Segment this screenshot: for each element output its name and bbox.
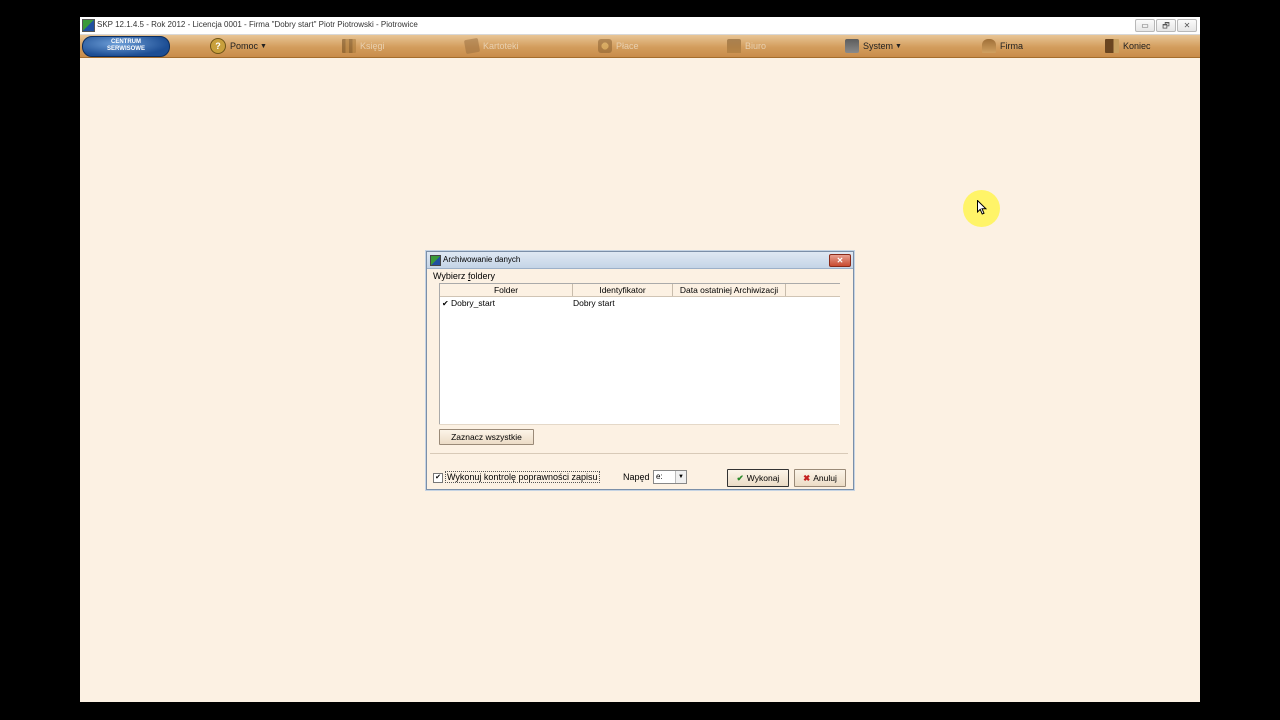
help-icon: ? — [210, 38, 226, 54]
office-icon — [727, 39, 741, 53]
separator — [430, 453, 848, 454]
books-icon — [342, 39, 356, 53]
column-header-folder[interactable]: Folder — [440, 284, 573, 296]
list-item[interactable]: ✔ Dobry_start Dobry start — [440, 297, 840, 309]
main-menu-bar: CENTRUM SERWISOWE ? Pomoc ▼ Księgi Karto… — [80, 35, 1200, 58]
drive-select[interactable]: e: ▼ — [653, 470, 687, 484]
menu-firma[interactable]: Firma — [982, 38, 1023, 54]
folder-cell: ✔ Dobry_start — [442, 297, 495, 310]
menu-ksiegi-label: Księgi — [360, 41, 385, 51]
menu-ksiegi[interactable]: Księgi — [342, 38, 385, 54]
payroll-icon — [598, 39, 612, 53]
drive-value: e: — [656, 472, 663, 481]
cards-icon — [463, 37, 481, 55]
cancel-label: Anuluj — [813, 473, 837, 483]
menu-koniec[interactable]: Koniec — [1105, 38, 1151, 54]
chevron-down-icon: ▼ — [260, 42, 267, 50]
folders-label-pre: Wybierz — [433, 271, 468, 281]
centrum-serwisowe-logo[interactable]: CENTRUM SERWISOWE — [82, 36, 170, 57]
close-button[interactable]: ✕ — [1177, 19, 1197, 32]
title-bar: SKP 12.1.4.5 - Rok 2012 - Licencja 0001 … — [80, 17, 1200, 35]
folder-name: Dobry_start — [451, 298, 495, 308]
menu-biuro[interactable]: Biuro — [727, 38, 766, 54]
window-title: SKP 12.1.4.5 - Rok 2012 - Licencja 0001 … — [97, 20, 418, 29]
menu-koniec-label: Koniec — [1123, 41, 1151, 51]
exit-icon — [1105, 39, 1119, 53]
execute-label: Wykonaj — [746, 473, 780, 483]
chevron-down-icon[interactable]: ▼ — [675, 471, 686, 483]
dialog-title-bar[interactable]: Archiwowanie danych ✕ — [427, 252, 853, 269]
execute-button[interactable]: ✔ Wykonaj — [727, 469, 789, 487]
select-all-button[interactable]: Zaznacz wszystkie — [439, 429, 534, 445]
dialog-close-button[interactable]: ✕ — [829, 254, 851, 267]
menu-kartoteki-label: Kartoteki — [483, 41, 519, 51]
menu-system-label: System — [863, 41, 894, 51]
folders-label: Wybierz foldery — [433, 271, 495, 281]
system-icon — [845, 39, 859, 53]
menu-biuro-label: Biuro — [745, 41, 767, 51]
menu-pomoc[interactable]: ? Pomoc ▼ — [210, 38, 267, 54]
menu-firma-label: Firma — [1000, 41, 1023, 51]
drive-label: Napęd — [623, 472, 650, 482]
chevron-down-icon: ▼ — [895, 42, 902, 50]
row-checkbox[interactable]: ✔ — [442, 298, 450, 310]
verify-checkbox[interactable]: ✔ — [433, 473, 443, 483]
verify-label[interactable]: Wykonuj kontrolę poprawności zapisu — [445, 471, 600, 483]
app-icon — [82, 19, 95, 32]
menu-place[interactable]: Płace — [598, 38, 639, 54]
close-icon: ✖ — [803, 473, 811, 483]
identifier-cell: Dobry start — [573, 298, 615, 308]
firm-icon — [982, 39, 996, 53]
folders-list[interactable]: Folder Identyfikator Data ostatniej Arch… — [439, 283, 840, 425]
cancel-button[interactable]: ✖ Anuluj — [794, 469, 846, 487]
column-header-last-archive[interactable]: Data ostatniej Archiwizacji — [673, 284, 786, 296]
archive-dialog: Archiwowanie danych ✕ Wybierz foldery Fo… — [426, 251, 854, 490]
menu-place-label: Płace — [616, 41, 639, 51]
menu-kartoteki[interactable]: Kartoteki — [463, 37, 519, 55]
logo-line-1: CENTRUM — [111, 39, 141, 45]
app-icon — [430, 255, 441, 266]
column-header-identifier[interactable]: Identyfikator — [573, 284, 673, 296]
menu-pomoc-label: Pomoc — [230, 41, 259, 51]
minimize-button[interactable]: ▭ — [1135, 19, 1155, 32]
dialog-title: Archiwowanie danych — [443, 255, 521, 264]
logo-line-2: SERWISOWE — [107, 46, 145, 52]
list-bottom-border — [439, 424, 839, 425]
folders-label-post: oldery — [470, 271, 495, 281]
checkmark-icon: ✔ — [736, 473, 744, 483]
list-header: Folder Identyfikator Data ostatniej Arch… — [440, 284, 840, 297]
mouse-pointer-icon — [977, 200, 987, 215]
menu-system[interactable]: System ▼ — [845, 38, 902, 54]
restore-button[interactable]: 🗗 — [1156, 19, 1176, 32]
